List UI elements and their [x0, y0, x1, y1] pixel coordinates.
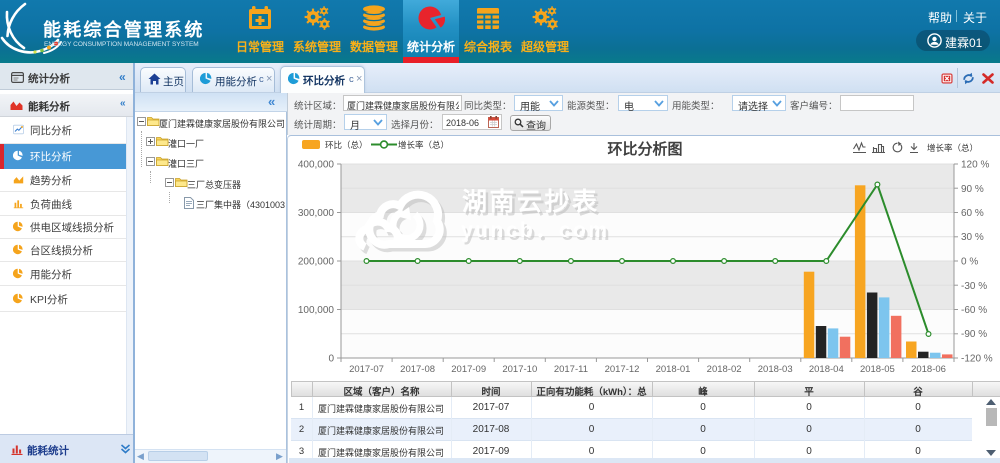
svg-text:0: 0 [328, 354, 334, 365]
svg-text:2017-11: 2017-11 [554, 364, 588, 375]
svg-text:2018-05: 2018-05 [860, 364, 895, 375]
svg-text:2018-02: 2018-02 [707, 364, 742, 375]
svg-text:60 %: 60 % [961, 208, 984, 219]
svg-text:2018-03: 2018-03 [758, 364, 793, 375]
svg-text:-60 %: -60 % [961, 305, 987, 316]
svg-text:2017-10: 2017-10 [502, 364, 537, 375]
svg-text:2017-07: 2017-07 [349, 364, 384, 375]
svg-text:300,000: 300,000 [298, 208, 335, 219]
svg-text:2018-06: 2018-06 [911, 364, 946, 375]
svg-text:-30 %: -30 % [961, 281, 987, 292]
svg-text:2017-12: 2017-12 [605, 364, 640, 375]
svg-text:90 %: 90 % [961, 184, 984, 195]
svg-text:2017-08: 2017-08 [400, 364, 435, 375]
svg-text:100,000: 100,000 [298, 305, 335, 316]
svg-text:yuncb．com: yuncb．com [461, 219, 610, 242]
svg-text:-120 %: -120 % [961, 354, 993, 365]
svg-text:400,000: 400,000 [298, 160, 335, 171]
svg-text:30 %: 30 % [961, 232, 984, 243]
svg-text:-90 %: -90 % [961, 329, 987, 340]
svg-text:2017-09: 2017-09 [451, 364, 486, 375]
svg-text:2018-04: 2018-04 [809, 364, 844, 375]
svg-text:0 %: 0 % [961, 257, 978, 268]
svg-text:120 %: 120 % [961, 160, 989, 171]
svg-text:湖南云抄表: 湖南云抄表 [462, 188, 600, 216]
svg-text:2018-01: 2018-01 [656, 364, 691, 375]
svg-text:200,000: 200,000 [298, 257, 335, 268]
